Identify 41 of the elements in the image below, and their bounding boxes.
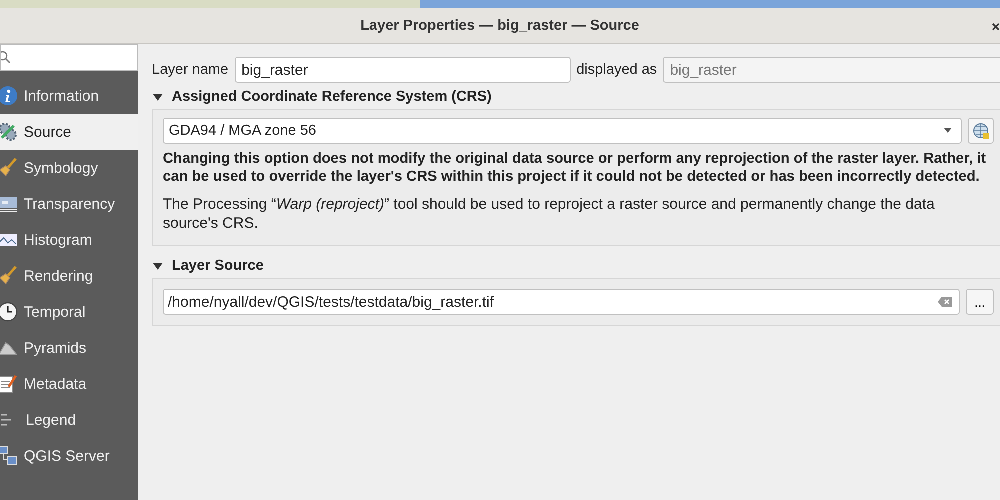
search-icon	[1, 50, 11, 64]
sidebar-item[interactable]: Pyramids	[0, 330, 138, 366]
sidebar-item[interactable]: Histogram	[0, 222, 138, 258]
collapse-icon[interactable]	[152, 261, 164, 271]
collapse-icon[interactable]	[152, 92, 164, 102]
path-field[interactable]: /home/nyall/dev/QGIS/tests/testdata/big_raster.tif	[163, 289, 960, 315]
clear-icon[interactable]	[938, 297, 952, 307]
sidebar-item[interactable]: Temporal	[0, 294, 138, 330]
browse-button[interactable]: ...	[966, 289, 994, 315]
clock-icon	[0, 302, 18, 322]
window-title: Layer Properties — big_raster — Source	[360, 18, 640, 34]
document-icon	[0, 374, 18, 394]
sidebar-item[interactable]: QGIS Server	[0, 438, 138, 474]
caret-icon	[943, 128, 953, 134]
field-label: Layer name	[152, 62, 229, 78]
sidebar-item[interactable]: Transparency	[0, 186, 138, 222]
crs-dropdown[interactable]: GDA94 / MGA zone 56	[163, 118, 962, 144]
close-icon[interactable]	[992, 22, 1000, 32]
image-icon	[0, 194, 18, 214]
sidebar-item[interactable]: Rendering	[0, 258, 138, 294]
gear-icon	[0, 122, 18, 142]
sidebar-item[interactable]: Information	[0, 78, 138, 114]
sidebar-item[interactable]: Source	[0, 114, 138, 150]
sidebar-item[interactable]: Metadata	[0, 366, 138, 402]
field-label: displayed as	[576, 62, 658, 78]
brush-icon	[0, 158, 18, 178]
displayed-as-field[interactable]: big_raster	[663, 57, 1000, 83]
search-field[interactable]	[0, 44, 138, 71]
sidebar-item[interactable]: Symbology	[0, 150, 138, 186]
list-icon	[1, 414, 12, 426]
section-title: Layer Source	[172, 258, 264, 274]
globe-icon	[972, 122, 990, 140]
info-icon	[0, 86, 18, 106]
sidebar-item[interactable]: Legend	[0, 402, 138, 438]
brush-icon	[0, 266, 18, 286]
note-text: The Processing “Warp (reproject)” tool should be used to reproject a raster source and permanently change the data source's CRS.	[163, 195, 936, 233]
section-title: Assigned Coordinate Reference System (CRS)	[172, 89, 492, 105]
layer-name-field[interactable]: big_raster	[234, 57, 571, 83]
network-icon	[0, 446, 18, 466]
warning-text: Changing this option does not modify the original data source or perform any reprojection of the raster layer. Rather, it can be used to override the layer's CRS within this project if it could not be detected or has been incorrectly detected.	[163, 150, 988, 186]
globe-button[interactable]	[968, 118, 994, 144]
